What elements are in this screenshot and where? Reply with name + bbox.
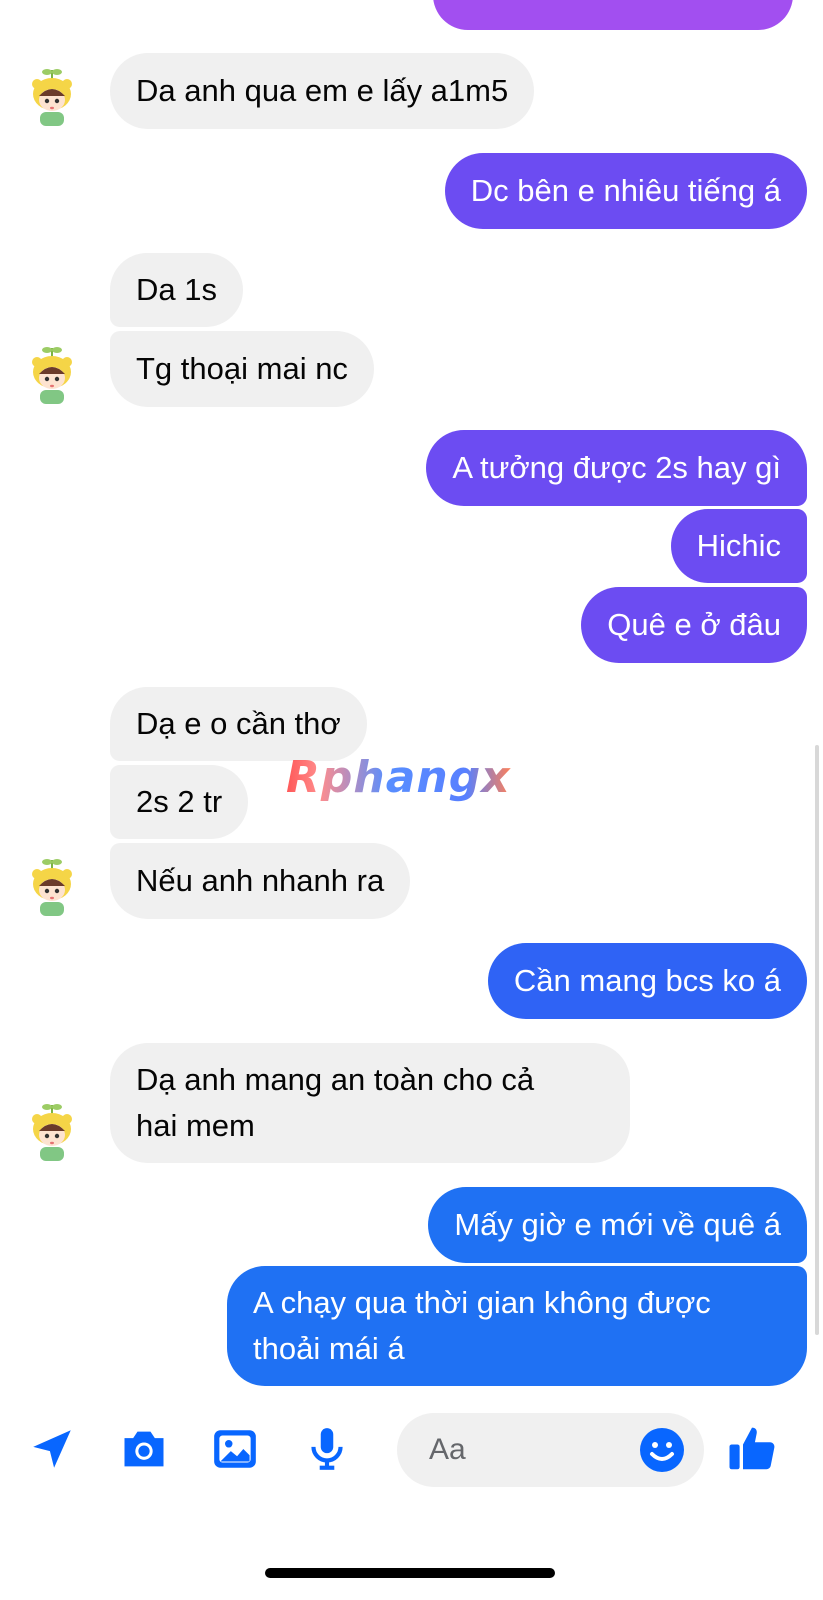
contact-avatar-icon[interactable] — [30, 1103, 74, 1165]
message-received[interactable]: Dạ anh mang an toàn cho cả hai mem — [110, 1043, 630, 1163]
thumbs-up-icon[interactable] — [724, 1421, 780, 1477]
message-received[interactable]: Nếu anh nhanh ra — [110, 843, 411, 919]
message-sent[interactable]: Mấy giờ e mới về quê á — [428, 1187, 807, 1263]
message-sent[interactable]: Hichic — [670, 509, 807, 583]
camera-icon[interactable] — [116, 1421, 172, 1477]
scrollbar[interactable] — [815, 745, 819, 1335]
contact-avatar-icon[interactable] — [30, 68, 74, 130]
message-input[interactable]: Aa — [397, 1413, 704, 1487]
message-received[interactable]: 2s 2 tr — [110, 765, 249, 839]
message-sent[interactable]: A tưởng được 2s hay gì — [426, 430, 807, 506]
message-sent[interactable]: Dc bên e nhiêu tiếng á — [444, 153, 807, 229]
message-sent[interactable]: Cần mang bcs ko á — [487, 943, 807, 1019]
emoji-icon[interactable] — [638, 1426, 686, 1474]
message-received[interactable]: Dạ e o cần thơ — [110, 687, 367, 761]
message-received[interactable]: Tg thoại mai nc — [110, 331, 374, 407]
previous-sent-bubble — [433, 0, 793, 30]
message-composer: Aa — [0, 1395, 823, 1505]
microphone-icon[interactable] — [299, 1421, 355, 1477]
home-indicator — [265, 1568, 555, 1578]
send-arrow-icon[interactable] — [24, 1421, 80, 1477]
contact-avatar-icon[interactable] — [30, 858, 74, 920]
watermark: Rphangx — [286, 752, 511, 803]
contact-avatar-icon[interactable] — [30, 346, 74, 408]
message-received[interactable]: Da 1s — [110, 253, 243, 327]
message-sent[interactable]: Quê e ở đâu — [581, 587, 807, 663]
image-icon[interactable] — [207, 1421, 263, 1477]
message-sent[interactable]: A chạy qua thời gian không được thoải má… — [227, 1266, 807, 1386]
message-received[interactable]: Da anh qua em e lấy a1m5 — [110, 53, 535, 129]
message-input-placeholder: Aa — [429, 1433, 466, 1466]
